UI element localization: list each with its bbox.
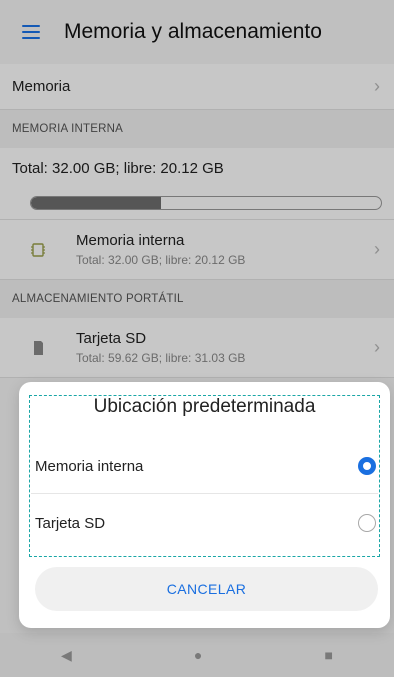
- radio-selected-icon[interactable]: [358, 457, 376, 475]
- cancel-button[interactable]: CANCELAR: [35, 567, 378, 611]
- option-label: Tarjeta SD: [35, 514, 106, 532]
- default-location-dialog: Ubicación predeterminada Memoria interna…: [19, 382, 390, 628]
- divider: [31, 493, 378, 494]
- dialog-title: Ubicación predeterminada: [93, 396, 316, 417]
- option-sd-card[interactable]: Tarjeta SD: [19, 495, 390, 551]
- radio-unselected-icon[interactable]: [358, 514, 376, 532]
- option-internal-memory[interactable]: Memoria interna: [19, 438, 390, 494]
- option-label: Memoria interna: [35, 457, 144, 475]
